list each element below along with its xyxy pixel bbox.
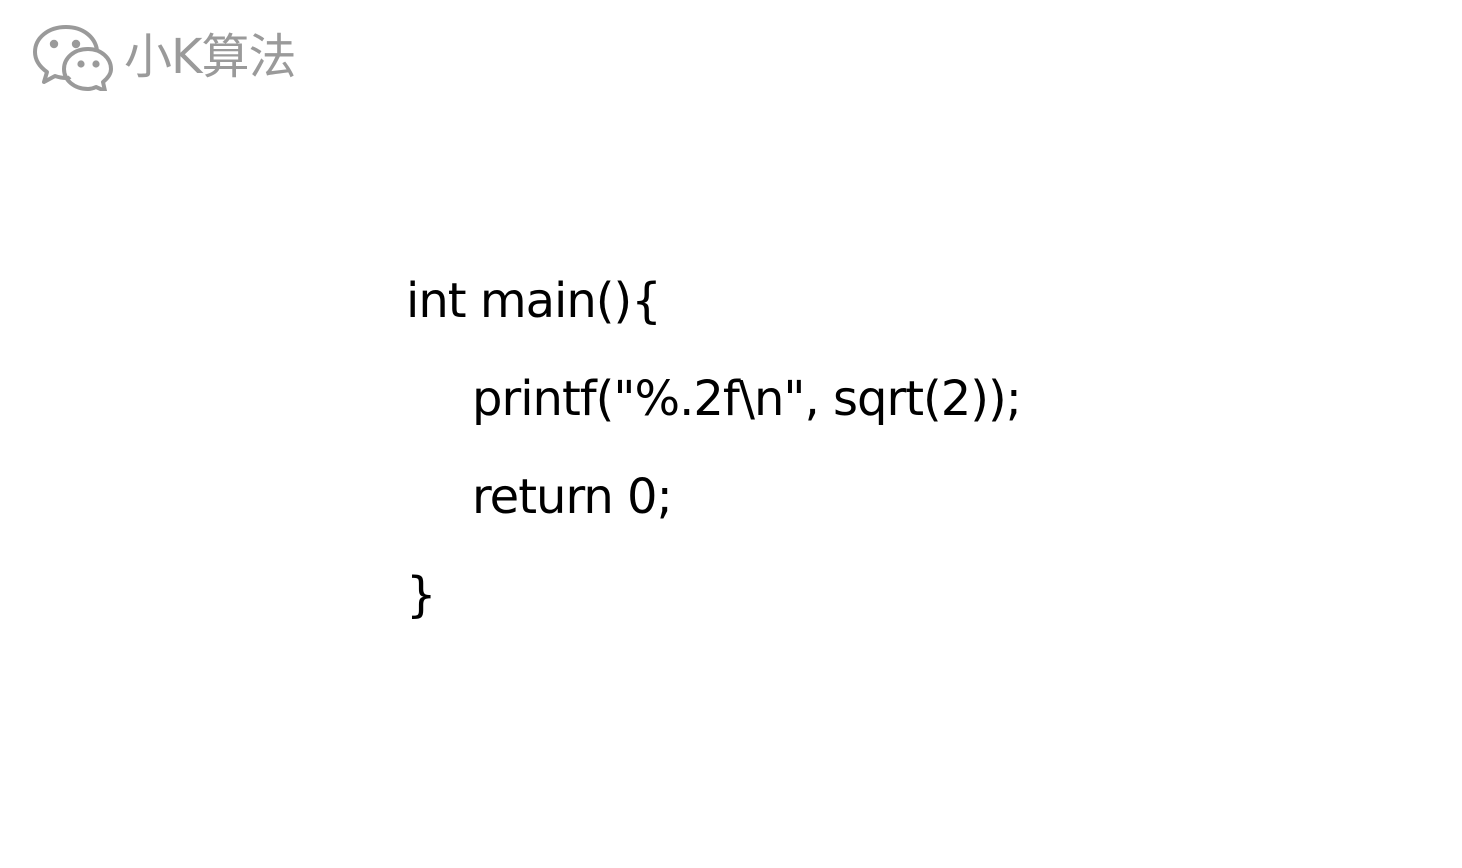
code-block: int main(){ printf("%.2f\n", sqrt(2)); r… — [406, 252, 1306, 644]
wechat-icon — [33, 25, 113, 91]
code-line: printf("%.2f\n", sqrt(2)); — [472, 371, 1022, 427]
brand-name: 小K算法 — [124, 29, 296, 85]
code-line: } — [406, 567, 437, 623]
code-line: int main(){ — [406, 273, 662, 329]
code-line: return 0; — [472, 469, 673, 525]
watermark: 小K算法 — [32, 22, 296, 92]
